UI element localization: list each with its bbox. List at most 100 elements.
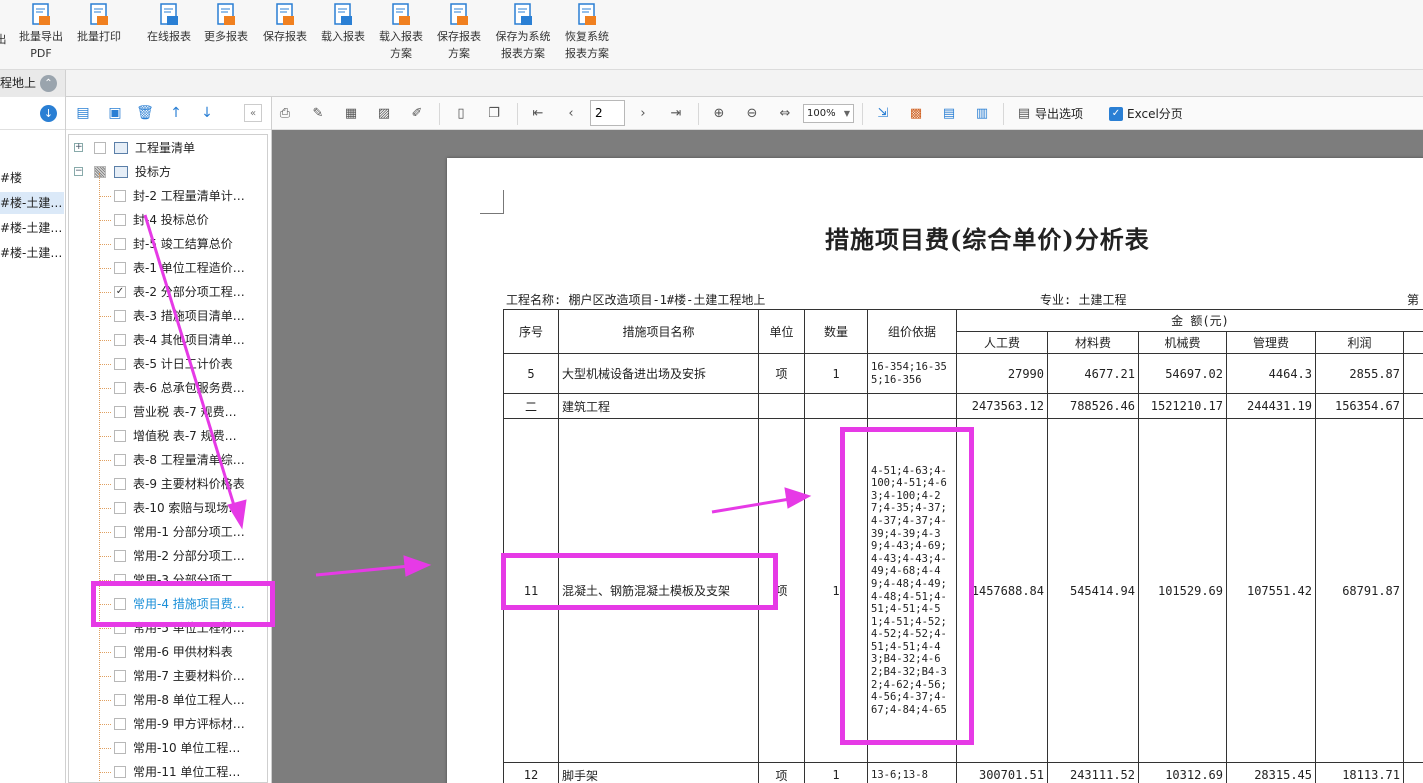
single-page-icon[interactable]: ▯ xyxy=(452,105,470,123)
checkbox[interactable] xyxy=(114,310,126,322)
page-number-input[interactable] xyxy=(590,100,625,126)
tree-node-report[interactable]: 封-4 投标总价 xyxy=(69,209,265,231)
checkbox[interactable] xyxy=(114,694,126,706)
tree-node-report[interactable]: 封-2 工程量清单计… xyxy=(69,185,265,207)
project-item[interactable]: #楼-土建… xyxy=(0,242,64,264)
checkbox[interactable] xyxy=(114,334,126,346)
tree-node-report[interactable]: 表-1 单位工程造价… xyxy=(69,257,265,279)
export-word-icon[interactable]: ▤ xyxy=(940,105,958,123)
zoom-out-icon[interactable]: ⊖ xyxy=(743,105,761,123)
tree-node-report[interactable]: 常用-10 单位工程… xyxy=(69,737,265,759)
ribbon-button-3[interactable]: 在线报表 xyxy=(143,2,195,45)
format-icon[interactable]: ▨ xyxy=(375,105,393,123)
checkbox[interactable] xyxy=(114,262,126,274)
checkbox[interactable] xyxy=(114,382,126,394)
add-report-icon[interactable]: ▤ xyxy=(74,104,92,122)
ribbon-button-4[interactable]: 更多报表 xyxy=(200,2,252,45)
move-down-icon[interactable]: ↓ xyxy=(198,104,216,122)
excel-paging-checkbox[interactable]: ✓ xyxy=(1109,107,1123,121)
move-up-icon[interactable]: ↑ xyxy=(167,104,185,122)
collapse-minus-icon[interactable]: − xyxy=(74,167,83,176)
ribbon-button-8[interactable]: 保存报表 方案 xyxy=(433,2,485,62)
prev-page-icon[interactable]: ‹ xyxy=(562,105,580,123)
export-options-button[interactable]: 导出选项 xyxy=(1035,105,1083,123)
expand-plus-icon[interactable]: + xyxy=(74,143,83,152)
tree-node-report[interactable]: 表-4 其他项目清单… xyxy=(69,329,265,351)
export-icon[interactable]: ⇲ xyxy=(874,105,892,123)
checkbox[interactable] xyxy=(94,166,106,178)
checkbox[interactable] xyxy=(94,142,106,154)
ribbon-button-9[interactable]: 保存为系统 报表方案 xyxy=(491,2,555,62)
add-folder-icon[interactable]: ▣ xyxy=(106,104,124,122)
first-page-icon[interactable]: ⇤ xyxy=(529,105,547,123)
ribbon-button-10[interactable]: 恢复系统 报表方案 xyxy=(560,2,614,62)
tree-node-report[interactable]: 营业税 表-7 规费… xyxy=(69,401,265,423)
trash-icon[interactable]: 🗑 xyxy=(136,104,154,122)
save-report-icon xyxy=(274,2,296,28)
table-row: 5 大型机械设备进出场及安拆 项 1 16-354;16-355;16-356 … xyxy=(503,353,1423,394)
export-excel-icon[interactable]: ▩ xyxy=(907,105,925,123)
ribbon-button-6[interactable]: 载入报表 xyxy=(317,2,369,45)
cell-basis: 13-6;13-8 xyxy=(867,762,957,783)
checkbox[interactable] xyxy=(114,718,126,730)
checkbox[interactable] xyxy=(114,358,126,370)
ribbon-button-7[interactable]: 载入报表 方案 xyxy=(375,2,427,62)
checkbox[interactable] xyxy=(114,406,126,418)
project-item-selected[interactable]: #楼-土建… xyxy=(0,192,64,214)
checkbox[interactable]: ✓ xyxy=(114,286,126,298)
checkbox[interactable] xyxy=(114,670,126,682)
ribbon-button-0[interactable]: 出 xyxy=(0,31,8,48)
collapse-left-icon[interactable]: « xyxy=(244,104,262,122)
collapse-up-icon[interactable]: ⌃ xyxy=(40,75,57,92)
tree-node-report[interactable]: 常用-9 甲方评标材… xyxy=(69,713,265,735)
tree-node-report[interactable]: 常用-1 分部分项工… xyxy=(69,521,265,543)
checkbox[interactable] xyxy=(114,430,126,442)
multi-page-icon[interactable]: ❐ xyxy=(485,105,503,123)
checkbox[interactable] xyxy=(114,502,126,514)
batch-print-icon xyxy=(88,2,110,28)
tree-node-report[interactable]: 表-6 总承包服务费… xyxy=(69,377,265,399)
tree-node-report[interactable]: ✓ 表-2 分部分项工程… xyxy=(69,281,265,303)
ribbon-button-5[interactable]: 保存报表 xyxy=(259,2,311,45)
last-page-icon[interactable]: ⇥ xyxy=(667,105,685,123)
ribbon-button-2[interactable]: 批量打印 xyxy=(73,2,125,45)
tree-node-report[interactable]: 表-9 主要材料价格表 xyxy=(69,473,265,495)
checkbox[interactable] xyxy=(114,646,126,658)
checkbox[interactable] xyxy=(114,766,126,778)
fit-width-icon[interactable]: ⇔ xyxy=(776,105,794,123)
design-icon[interactable]: ▦ xyxy=(342,105,360,123)
excel-paging-option[interactable]: Excel分页 xyxy=(1127,105,1183,123)
project-item[interactable]: #楼 xyxy=(0,167,64,189)
tree-node-report[interactable]: 表-3 措施项目清单… xyxy=(69,305,265,327)
print-icon[interactable]: ⎙ xyxy=(276,105,294,123)
tree-node-report[interactable]: 表-5 计日工计价表 xyxy=(69,353,265,375)
tree-node-report[interactable]: 增值税 表-7 规费… xyxy=(69,425,265,447)
checkbox[interactable] xyxy=(114,454,126,466)
tree-node-report[interactable]: 常用-7 主要材料价… xyxy=(69,665,265,687)
tree-node-report[interactable]: 常用-8 单位工程人… xyxy=(69,689,265,711)
checkbox[interactable] xyxy=(114,742,126,754)
next-page-icon[interactable]: › xyxy=(634,105,652,123)
export-pdf-icon[interactable]: ▥ xyxy=(973,105,991,123)
tree-node-report[interactable]: 表-10 索赔与现场… xyxy=(69,497,265,519)
zoom-select[interactable]: 100% ▼ xyxy=(803,104,854,123)
checkbox[interactable] xyxy=(114,526,126,538)
ribbon-button-1[interactable]: 批量导出 PDF xyxy=(16,2,66,62)
checkbox[interactable] xyxy=(114,550,126,562)
page-edit-icon[interactable]: ✐ xyxy=(408,105,426,123)
zoom-in-icon[interactable]: ⊕ xyxy=(710,105,728,123)
tree-node-report[interactable]: 常用-11 单位工程… xyxy=(69,761,265,782)
tree-node-root[interactable]: + 工程量清单 xyxy=(69,137,265,159)
edit-icon[interactable]: ✎ xyxy=(309,105,327,123)
arrow-down-icon[interactable]: ↓ xyxy=(40,105,57,122)
checkbox[interactable] xyxy=(114,190,126,202)
checkbox[interactable] xyxy=(114,214,126,226)
project-item[interactable]: #楼-土建… xyxy=(0,217,64,239)
checkbox[interactable] xyxy=(114,478,126,490)
tree-node-report[interactable]: 常用-2 分部分项工… xyxy=(69,545,265,567)
tree-node-report[interactable]: 表-8 工程量清单综… xyxy=(69,449,265,471)
cell-qty: 1 xyxy=(804,353,868,394)
checkbox[interactable] xyxy=(114,238,126,250)
tree-node-report[interactable]: 常用-6 甲供材料表 xyxy=(69,641,265,663)
tree-node-report[interactable]: 封-5 竣工结算总价 xyxy=(69,233,265,255)
